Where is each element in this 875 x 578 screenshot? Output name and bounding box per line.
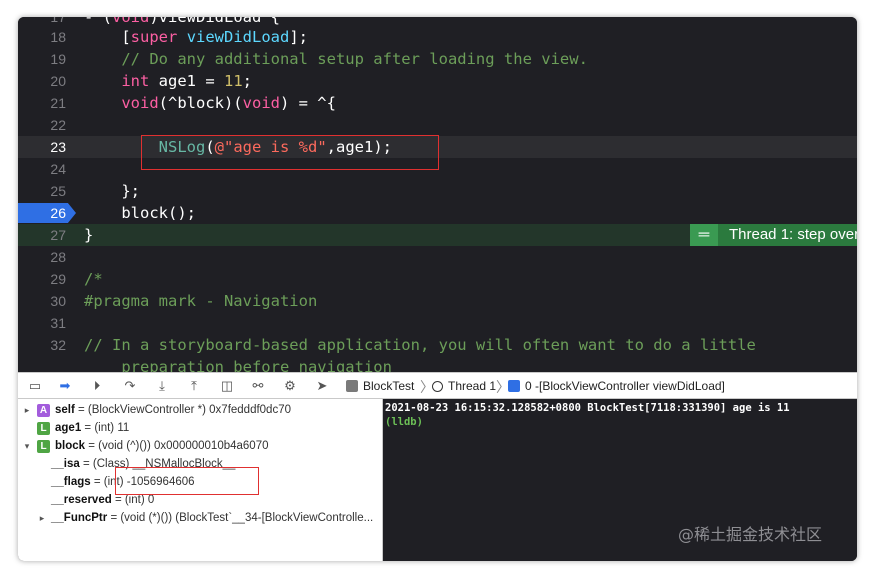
line-number: 30 xyxy=(50,293,66,309)
code-line: 20 int age1 = 11; xyxy=(18,70,857,92)
code-line: 31 xyxy=(18,312,857,334)
line-number: 22 xyxy=(50,117,66,133)
view-debugger-icon[interactable]: ◫ xyxy=(219,378,235,393)
thread-status-text: Thread 1: step over xyxy=(729,226,857,243)
line-number: 23 xyxy=(50,139,66,155)
argument-badge-icon: A xyxy=(37,404,50,417)
line-number: 26 xyxy=(50,205,66,221)
equals-icon: ═ xyxy=(690,224,718,246)
line-number: 20 xyxy=(50,73,66,89)
line-number: 19 xyxy=(50,51,66,67)
breakpoints-toggle-icon[interactable]: ➡ xyxy=(57,378,73,393)
breadcrumb-project[interactable]: BlockTest xyxy=(346,379,414,393)
code-text: int age1 = 11; xyxy=(121,72,252,90)
variable-value: = (BlockViewController *) 0x7fedddf0dc70 xyxy=(74,404,291,416)
thread-icon xyxy=(432,381,443,392)
thread-status-badge[interactable]: ═ Thread 1: step over xyxy=(690,224,857,246)
code-line: 30 #pragma mark - Navigation xyxy=(18,290,857,312)
variable-name: __FuncPtr xyxy=(51,512,108,524)
variables-view: ▸ A self = (BlockViewController *) 0x7fe… xyxy=(18,399,383,561)
code-line: 21 void(^block)(void) = ^{ xyxy=(18,92,857,114)
environment-overrides-icon[interactable]: ⚙ xyxy=(282,378,298,393)
line-number: 32 xyxy=(50,337,66,353)
step-into-icon[interactable]: ⤓ xyxy=(154,378,170,393)
continue-icon[interactable]: ⏵ xyxy=(89,378,105,393)
line-number: 31 xyxy=(50,315,66,331)
disclosure-triangle-icon[interactable]: ▸ xyxy=(22,401,32,419)
app-icon xyxy=(346,380,358,392)
local-badge-icon: L xyxy=(37,422,50,435)
code-line: 18 [super viewDidLoad]; xyxy=(18,26,857,48)
code-text: void(^block)(void) = ^{ xyxy=(121,94,336,112)
code-line: 19 // Do any additional setup after load… xyxy=(18,48,857,70)
code-line: 32 // In a storyboard-based application,… xyxy=(18,334,857,356)
variable-name: self xyxy=(55,404,75,416)
variable-name: __flags xyxy=(51,476,91,488)
variable-value: = (int) 11 xyxy=(81,422,130,434)
breadcrumb-label: 0 -[BlockViewController viewDidLoad] xyxy=(525,379,725,393)
code-line: 28 xyxy=(18,246,857,268)
code-line: preparation before navigation xyxy=(18,356,857,372)
code-comment: // Do any additional setup after loading… xyxy=(84,50,588,68)
variable-name: block xyxy=(55,440,86,452)
breadcrumb-label: BlockTest xyxy=(363,379,415,393)
code-editor[interactable]: 17 - (void)viewDidLoad { 18 [super viewD… xyxy=(18,17,857,372)
variable-value: = (void (^)()) 0x000000010b4a6070 xyxy=(85,440,269,452)
hide-debug-area-icon[interactable]: ▭ xyxy=(27,378,43,393)
xcode-window: 17 - (void)viewDidLoad { 18 [super viewD… xyxy=(18,17,857,561)
line-number: 24 xyxy=(50,161,66,177)
line-number: 18 xyxy=(50,29,66,45)
console-line: 2021-08-23 16:15:32.128582+0800 BlockTes… xyxy=(385,402,790,414)
code-comment: // In a storyboard-based application, yo… xyxy=(84,336,756,354)
line-number: 25 xyxy=(50,183,66,199)
watermark-text: @稀土掘金技术社区 xyxy=(678,525,823,544)
line-number: 27 xyxy=(50,227,66,243)
code-text: [super viewDidLoad]; xyxy=(84,28,309,46)
code-text: block(); xyxy=(84,204,196,222)
simulate-location-icon[interactable]: ➤ xyxy=(314,378,330,393)
code-text: }; xyxy=(84,182,140,200)
code-comment: /* xyxy=(84,270,103,288)
code-comment: #pragma mark - Navigation xyxy=(84,292,318,310)
code-line: 26 block(); xyxy=(18,202,857,224)
stack-frame-icon xyxy=(508,380,520,392)
step-over-icon[interactable]: ↷ xyxy=(122,378,138,393)
variable-value: = (void (*)()) (BlockTest`__34-[BlockVie… xyxy=(107,512,374,524)
code-line: 25 }; xyxy=(18,180,857,202)
line-number: 29 xyxy=(50,271,66,287)
code-line: 29 /* xyxy=(18,268,857,290)
debug-toolbar: ▭ ➡ ⏵ ↷ ⤓ ⤒ ◫ ⚯ ⚙ ➤ BlockTest 〉 Thread 1… xyxy=(18,372,857,399)
disclosure-triangle-icon[interactable]: ▾ xyxy=(22,437,32,455)
variable-name: __isa xyxy=(51,458,80,470)
step-out-icon[interactable]: ⤒ xyxy=(186,378,202,393)
breadcrumb-label: Thread 1 xyxy=(448,379,497,393)
code-comment: preparation before navigation xyxy=(84,358,392,372)
variable-name: __reserved xyxy=(51,494,112,506)
line-number: 21 xyxy=(50,95,66,111)
code-line: 22 xyxy=(18,114,857,136)
breadcrumb-frame[interactable]: 0 -[BlockViewController viewDidLoad] xyxy=(508,379,725,393)
highlight-box xyxy=(141,135,439,170)
code-text: } xyxy=(84,226,94,244)
local-badge-icon: L xyxy=(37,440,50,453)
lldb-prompt: (lldb) xyxy=(385,416,423,428)
line-number: 28 xyxy=(50,249,66,265)
variable-name: age1 xyxy=(55,422,82,434)
breadcrumb-thread[interactable]: Thread 1 xyxy=(432,379,496,393)
disclosure-triangle-icon[interactable]: ▸ xyxy=(37,509,47,527)
variable-value: = (int) 0 xyxy=(111,494,155,506)
highlight-box xyxy=(115,467,259,495)
memory-graph-icon[interactable]: ⚯ xyxy=(250,378,266,393)
